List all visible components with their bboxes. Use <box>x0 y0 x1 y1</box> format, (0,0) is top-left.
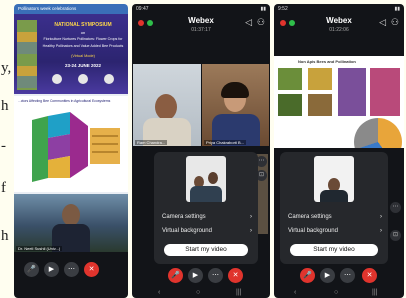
more-button[interactable]: ⋯ <box>208 268 223 283</box>
chevron-right-icon: › <box>250 214 252 220</box>
phone-3-screen: 9:52 ▮▮ Webex 01:22:06 ◁ ⚇ Non Apis Bees … <box>274 4 404 298</box>
mute-button[interactable]: 🎤 <box>300 268 315 283</box>
mute-button[interactable]: 🎤 <box>24 262 39 277</box>
slide-title: Non Apis Bees and Pollination <box>298 59 356 64</box>
pie-graphic <box>354 118 402 148</box>
status-bar: 9:52 ▮▮ <box>274 4 404 14</box>
participants-icon[interactable]: ⚇ <box>257 17 265 28</box>
end-call-button[interactable]: ✕ <box>228 268 243 283</box>
speaker-label: Dr. Neeli Sushil (Univ...) <box>16 246 63 251</box>
camera-settings-item[interactable]: Camera settings › <box>162 214 252 220</box>
phone-2-screen: 09:47 ▮▮ Webex 01:37:17 ◁ ⚇ Ram Chandra..… <box>132 4 270 298</box>
side-layout-icon[interactable]: ⊡ <box>390 230 401 241</box>
bee-photo-3 <box>278 94 302 116</box>
more-button[interactable]: ⋯ <box>340 268 355 283</box>
virtual-background-label: Virtual background <box>162 228 212 234</box>
virtual-background-item[interactable]: Virtual background › <box>162 228 252 234</box>
self-head-2 <box>208 172 218 184</box>
bee-communities-slide: ...ctors Affecting Bee Communities in Ag… <box>14 96 128 192</box>
start-video-button[interactable]: Start my video <box>164 244 248 256</box>
bee-photo-6 <box>370 68 400 116</box>
doc-letter: - <box>1 138 6 154</box>
phone-1-screen: Pollinators week celebrations NATIONAL S… <box>14 4 128 298</box>
camera-settings-label: Camera settings <box>288 214 332 220</box>
nav-home-icon[interactable]: ○ <box>334 289 338 296</box>
document-text-strip: y, h - f h <box>0 0 14 298</box>
meeting-header: Webex 01:22:06 ◁ ⚇ <box>274 14 404 40</box>
bee-photo-5 <box>338 68 366 116</box>
banner-top: Pollinators week celebrations <box>14 4 128 14</box>
side-chat-icon[interactable]: ⋯ <box>390 202 401 213</box>
nav-recent-icon[interactable]: ||| <box>372 289 377 296</box>
symposium-dates: 23-24 JUNE 2022 <box>64 63 102 68</box>
self-body <box>190 186 222 202</box>
mute-button[interactable]: 🎤 <box>168 268 183 283</box>
ph1-left-images <box>17 20 37 90</box>
end-call-button[interactable]: ✕ <box>362 268 377 283</box>
symposium-on: on <box>80 30 86 35</box>
video-tile-2: Priya Chakraborti B... <box>202 64 269 146</box>
nav-recent-icon[interactable]: ||| <box>236 289 241 296</box>
video-button[interactable]: ▶ <box>188 268 203 283</box>
status-bar: 09:47 ▮▮ <box>132 4 270 14</box>
slide-title: ...ctors Affecting Bee Communities in Ag… <box>18 99 111 103</box>
person2-hair <box>221 82 249 98</box>
speaker-head <box>62 204 80 226</box>
start-video-button[interactable]: Start my video <box>290 244 378 256</box>
chevron-right-icon: › <box>380 214 382 220</box>
diagram <box>32 112 120 182</box>
self-body <box>320 190 348 202</box>
speaker-icon[interactable]: ◁ <box>379 17 386 28</box>
chevron-right-icon: › <box>250 228 252 234</box>
speaker-video: Dr. Neeli Sushil (Univ...) <box>14 194 128 252</box>
bee-photo-4 <box>308 94 332 116</box>
doc-letter: h <box>1 98 9 114</box>
status-time: 9:52 <box>278 6 288 12</box>
bee-photo-1 <box>278 68 302 90</box>
bee-photo-2 <box>308 68 332 90</box>
virtual-background-item[interactable]: Virtual background › <box>288 228 382 234</box>
battery-icon: ▮▮ <box>260 6 266 12</box>
nav-back-icon[interactable]: ‹ <box>158 289 160 296</box>
video-button[interactable]: ▶ <box>320 268 335 283</box>
meeting-header: Webex 01:37:17 ◁ ⚇ <box>132 14 270 40</box>
video-button[interactable]: ▶ <box>44 262 59 277</box>
nav-back-icon[interactable]: ‹ <box>294 289 296 296</box>
battery-icon: ▮▮ <box>394 6 400 12</box>
doc-letter: f <box>1 180 6 196</box>
symposium-slide: NATIONAL SYMPOSIUM on Floriculture Nurtu… <box>14 14 128 94</box>
self-preview <box>314 156 354 202</box>
camera-settings-item[interactable]: Camera settings › <box>288 214 382 220</box>
person1-head <box>155 94 177 120</box>
composite-screenshot: y, h - f h Pollinators week celebrations… <box>0 0 406 298</box>
end-call-button[interactable]: ✕ <box>84 262 99 277</box>
camera-settings-label: Camera settings <box>162 214 206 220</box>
tile2-label: Priya Chakraborti B... <box>204 140 247 145</box>
symposium-line2: Healthy Pollinators and Value Added Bee … <box>42 44 124 48</box>
doc-letter: h <box>1 228 9 244</box>
tile1-label: Ram Chandra... <box>135 140 168 145</box>
symposium-line1: Floriculture Nurtures Pollinators: Flowe… <box>43 37 123 41</box>
participants-icon[interactable]: ⚇ <box>391 17 399 28</box>
virtual-background-label: Virtual background <box>288 228 338 234</box>
self-preview <box>186 156 226 202</box>
symposium-venue: (Virtual Mode) <box>71 54 95 58</box>
video-options-sheet: Camera settings › Virtual background › Sta… <box>280 152 388 264</box>
ph1-logos <box>44 74 122 86</box>
symposium-title: NATIONAL SYMPOSIUM <box>54 22 112 28</box>
video-options-sheet: Camera settings › Virtual background › Sta… <box>154 152 258 264</box>
doc-letter: y, <box>1 60 12 76</box>
nav-home-icon[interactable]: ○ <box>196 289 200 296</box>
more-button[interactable]: ⋯ <box>64 262 79 277</box>
ph1-controls: 🎤 ▶ ⋯ ✕ <box>14 252 128 298</box>
shared-slide: Non Apis Bees and Pollination <box>274 56 404 148</box>
video-tile-1: Ram Chandra... <box>133 64 201 146</box>
status-time: 09:47 <box>136 6 149 12</box>
speaker-icon[interactable]: ◁ <box>245 17 252 28</box>
chevron-right-icon: › <box>380 228 382 234</box>
